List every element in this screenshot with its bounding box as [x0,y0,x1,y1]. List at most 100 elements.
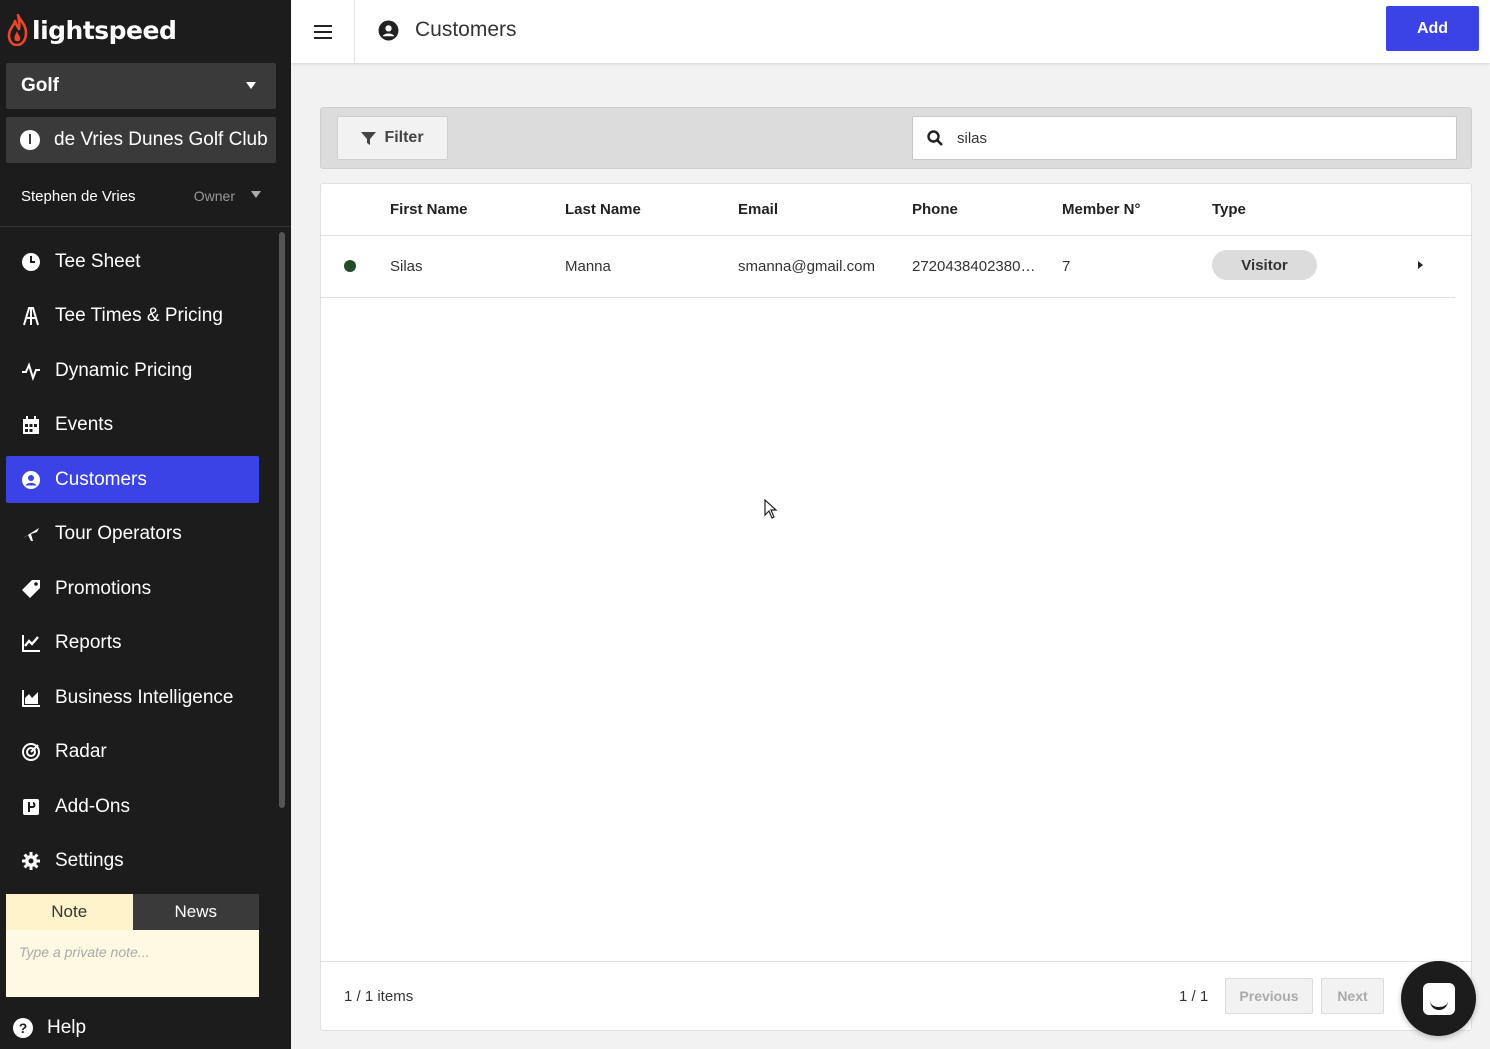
lightspeed-logo[interactable]: lightspeed [6,12,177,48]
sidebar-divider [0,226,291,227]
sidebar-item-business-intelligence[interactable]: Business Intelligence [6,674,259,721]
calendar-icon [21,415,41,435]
flame-logo-icon [7,14,28,46]
chat-launcher-button[interactable] [1401,961,1476,1036]
sidebar-item-label: Dynamic Pricing [55,359,193,381]
user-menu[interactable]: Stephen de Vries Owner [21,185,271,207]
product-select[interactable]: Golf [6,63,276,109]
filter-label: Filter [384,129,424,146]
user-circle-icon [21,470,41,490]
user-circle-icon [378,20,399,40]
user-name: Stephen de Vries [21,187,136,205]
column-header-email[interactable]: Email [738,201,778,218]
golfer-icon [21,306,41,326]
question-icon: ? [13,1018,33,1038]
add-button[interactable]: Add [1386,6,1479,51]
sidebar-item-tee-sheet[interactable]: Tee Sheet [6,238,259,285]
sidebar-item-label: Tee Sheet [55,250,141,272]
search-input[interactable] [957,129,1437,147]
sidebar-item-label: Events [55,414,114,435]
user-role: Owner [193,188,235,204]
cell-email: smanna@gmail.com [738,258,875,275]
next-page-button[interactable]: Next [1321,978,1384,1014]
column-header-first-name[interactable]: First Name [390,201,468,218]
column-header-type[interactable]: Type [1212,201,1246,218]
sidebar: lightspeed Golf de Vries Dunes Golf Club… [0,0,291,1049]
sidebar-item-radar[interactable]: Radar [6,729,259,776]
sidebar-item-label: Tour Operators [55,523,182,544]
table-row[interactable]: Silas Manna smanna@gmail.com 27204384023… [321,236,1455,298]
tab-note[interactable]: Note [6,894,133,930]
sidebar-item-label: Promotions [55,577,152,599]
menu-icon-bar [313,24,332,27]
column-header-last-name[interactable]: Last Name [565,201,641,218]
product-select-value: Golf [21,75,59,96]
pulse-icon [21,361,41,381]
sidebar-item-tee-times-pricing[interactable]: Tee Times & Pricing [6,293,259,340]
search-box [912,116,1457,160]
page-title: Customers [378,18,517,42]
club-select-value: de Vries Dunes Golf Club [54,129,268,150]
chart-area-icon [21,688,41,708]
sidebar-item-dynamic-pricing[interactable]: Dynamic Pricing [6,347,259,394]
table-footer: 1 / 1 items 1 / 1 Previous Next [321,961,1471,1030]
sidebar-item-promotions[interactable]: Promotions [6,565,259,612]
sidebar-item-tour-operators[interactable]: Tour Operators [6,511,259,558]
sidebar-item-label: Business Intelligence [55,686,234,708]
status-dot [344,260,356,272]
customers-table-panel: First Name Last Name Email Phone Member … [320,183,1472,1031]
sidebar-item-reports[interactable]: Reports [6,620,259,667]
previous-page-button[interactable]: Previous [1225,978,1313,1014]
column-header-member-no[interactable]: Member N° [1062,201,1141,218]
chat-icon [1422,982,1455,1015]
plane-icon [21,524,41,544]
help-link[interactable]: ? Help [13,1017,86,1039]
cell-member-no: 7 [1062,258,1071,275]
sidebar-item-add-ons[interactable]: Add-Ons [6,783,259,830]
filter-bar: Filter [320,107,1472,169]
caret-down-icon [246,82,256,89]
puzzle-icon [21,797,41,817]
sidebar-item-label: Tee Times & Pricing [55,305,223,326]
help-label: Help [47,1017,87,1038]
notes-tabs: Note News [6,894,259,930]
club-select[interactable]: de Vries Dunes Golf Club [6,117,276,163]
gear-icon [21,851,41,871]
tab-news[interactable]: News [132,894,259,930]
type-badge: Visitor [1212,250,1317,280]
sidebar-nav: Tee Sheet Tee Times & Pricing Dynamic Pr… [6,238,259,892]
cell-last-name: Manna [565,258,611,275]
search-icon [927,130,943,146]
cell-first-name: Silas [390,258,423,275]
sidebar-item-settings[interactable]: Settings [6,838,259,885]
sidebar-item-label: Customers [55,468,147,490]
sidebar-item-events[interactable]: Events [6,402,259,449]
radar-icon [21,742,41,762]
menu-icon-bar [313,36,332,39]
private-note-input[interactable] [6,930,259,997]
cell-phone: 2720438402380… [912,258,1036,275]
caret-down-icon [251,191,261,198]
table-header: First Name Last Name Email Phone Member … [321,184,1471,236]
chart-line-icon [21,633,41,653]
sidebar-scrollbar[interactable] [279,232,285,808]
brand-name: lightspeed [32,15,177,45]
caret-right-icon[interactable] [1418,261,1423,269]
notes-panel: Note News [6,894,259,997]
tag-icon [21,579,41,599]
filter-button[interactable]: Filter [337,116,448,160]
column-header-phone[interactable]: Phone [912,201,958,218]
sidebar-item-label: Add-Ons [55,795,130,817]
sidebar-item-customers[interactable]: Customers [6,456,259,503]
top-header: Customers Add [291,0,1490,63]
sidebar-item-label: Settings [55,850,124,871]
golf-flag-icon [20,130,40,150]
page-title-text: Customers [415,18,517,41]
hamburger-menu-button[interactable] [291,0,355,63]
filter-icon [361,131,377,145]
sidebar-item-label: Reports [55,632,122,653]
sidebar-item-label: Radar [55,741,107,762]
clock-icon [21,252,41,272]
mouse-cursor-icon [764,499,778,519]
menu-icon-bar [313,30,332,33]
